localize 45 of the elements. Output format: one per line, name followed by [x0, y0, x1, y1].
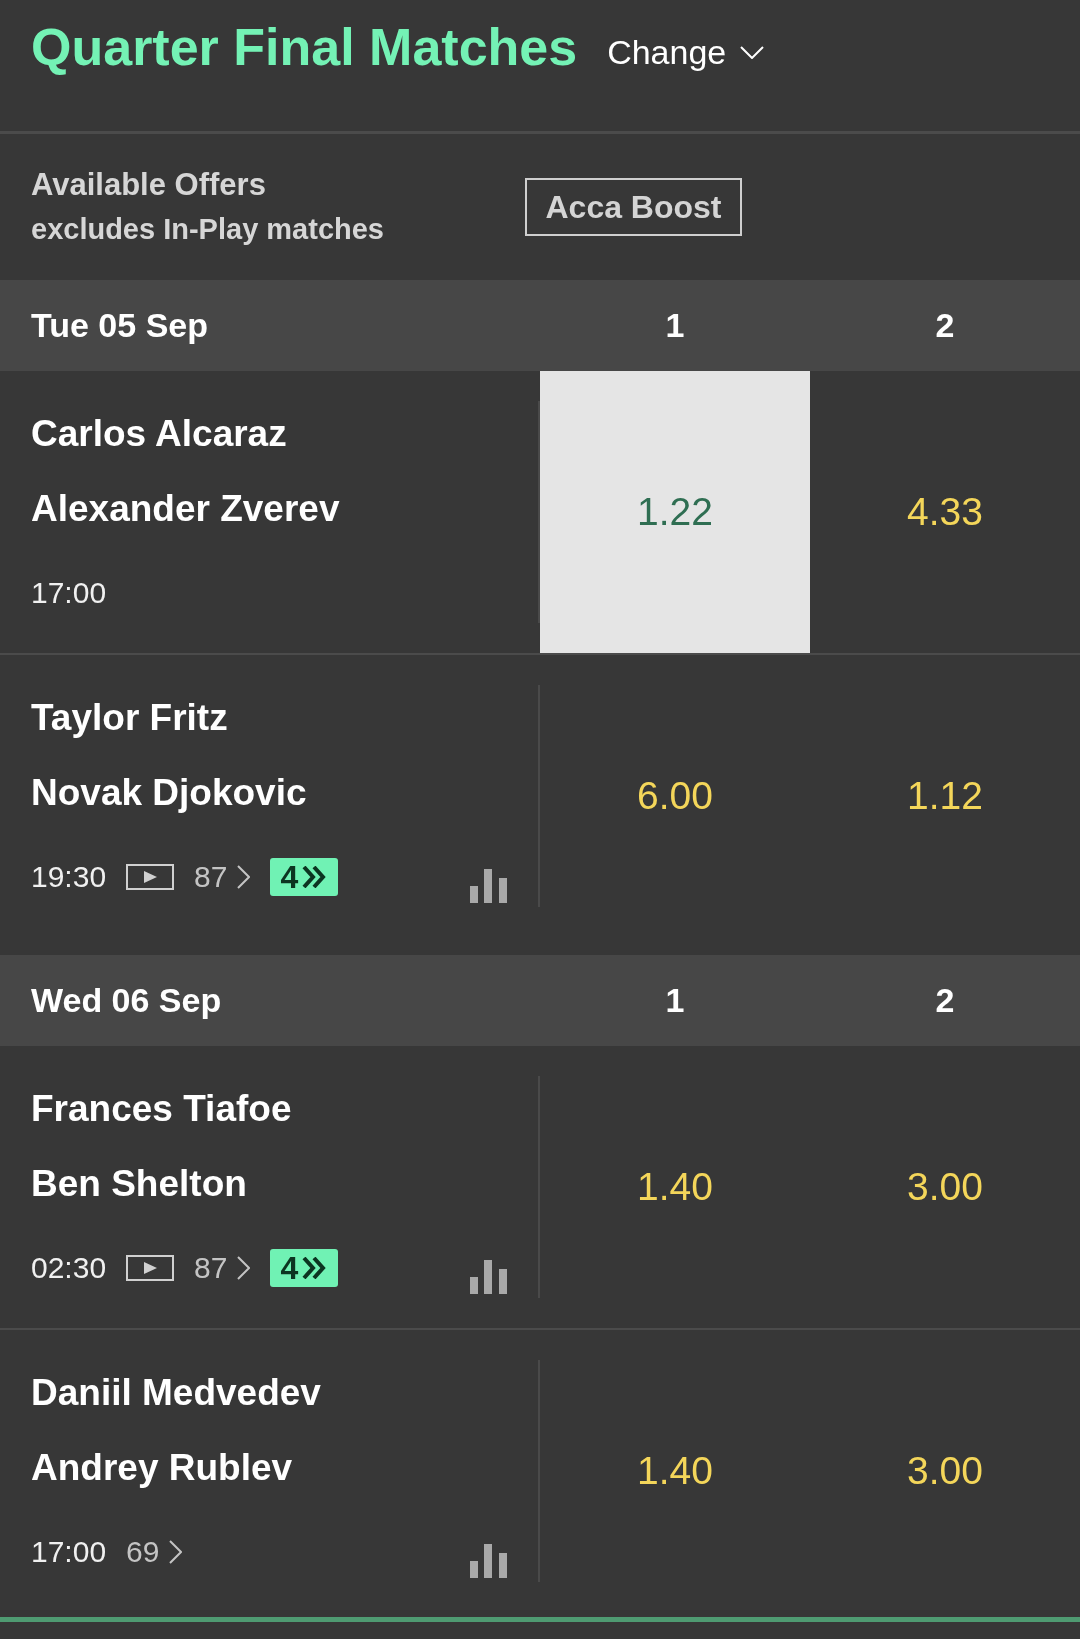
- odds-button[interactable]: 1.40: [540, 1330, 810, 1612]
- column-heading: 2: [935, 981, 955, 1020]
- odds-button[interactable]: 4.33: [810, 371, 1080, 653]
- odds-button[interactable]: 6.00: [540, 655, 810, 937]
- markets-link[interactable]: 87: [194, 860, 251, 894]
- match-date: Wed 06 Sep: [30, 981, 222, 1020]
- match-time: 17:00: [31, 1535, 107, 1569]
- chevron-right-icon: [237, 865, 251, 889]
- player-name: Taylor Fritz: [31, 696, 228, 740]
- boost-count: 4: [280, 1252, 299, 1284]
- bar-chart-icon[interactable]: [470, 1260, 507, 1294]
- boost-count: 4: [280, 861, 299, 893]
- player-name: Daniil Medvedev: [31, 1371, 321, 1415]
- offers-title: Available Offers: [31, 166, 266, 204]
- odds-button[interactable]: 1.22: [540, 371, 810, 653]
- odds-button[interactable]: 1.12: [810, 655, 1080, 937]
- player-name: Carlos Alcaraz: [31, 412, 287, 456]
- acca-boost-button[interactable]: Acca Boost: [525, 178, 742, 236]
- match-time: 17:00: [31, 576, 107, 610]
- column-heading: 1: [665, 981, 685, 1020]
- player-name: Andrey Rublev: [31, 1446, 293, 1490]
- column-heading: 1: [665, 306, 685, 345]
- column-heading: 2: [935, 306, 955, 345]
- video-play-icon[interactable]: [126, 864, 175, 890]
- odds-button[interactable]: 3.00: [810, 1046, 1080, 1328]
- video-play-icon[interactable]: [126, 1255, 175, 1281]
- chevron-down-icon: [740, 45, 765, 59]
- bar-chart-icon[interactable]: [470, 1544, 507, 1578]
- markets-link[interactable]: 87: [194, 1251, 251, 1285]
- odds-button[interactable]: 3.00: [810, 1330, 1080, 1612]
- markets-link[interactable]: 69: [126, 1535, 183, 1569]
- match-time: 19:30: [31, 860, 107, 894]
- match-time: 02:30: [31, 1251, 107, 1285]
- bar-chart-icon[interactable]: [470, 869, 507, 903]
- change-button[interactable]: Change: [607, 32, 765, 72]
- player-name: Alexander Zverev: [31, 487, 340, 531]
- offers-subtitle: excludes In-Play matches: [31, 212, 384, 247]
- chevron-right-icon: [169, 1540, 183, 1564]
- player-name: Novak Djokovic: [31, 771, 307, 815]
- chevron-right-icon: [237, 1256, 251, 1280]
- player-name: Frances Tiafoe: [31, 1087, 292, 1131]
- odds-button[interactable]: 1.40: [540, 1046, 810, 1328]
- player-name: Ben Shelton: [31, 1162, 247, 1206]
- page-title: Quarter Final Matches: [31, 17, 578, 78]
- match-date: Tue 05 Sep: [30, 306, 208, 345]
